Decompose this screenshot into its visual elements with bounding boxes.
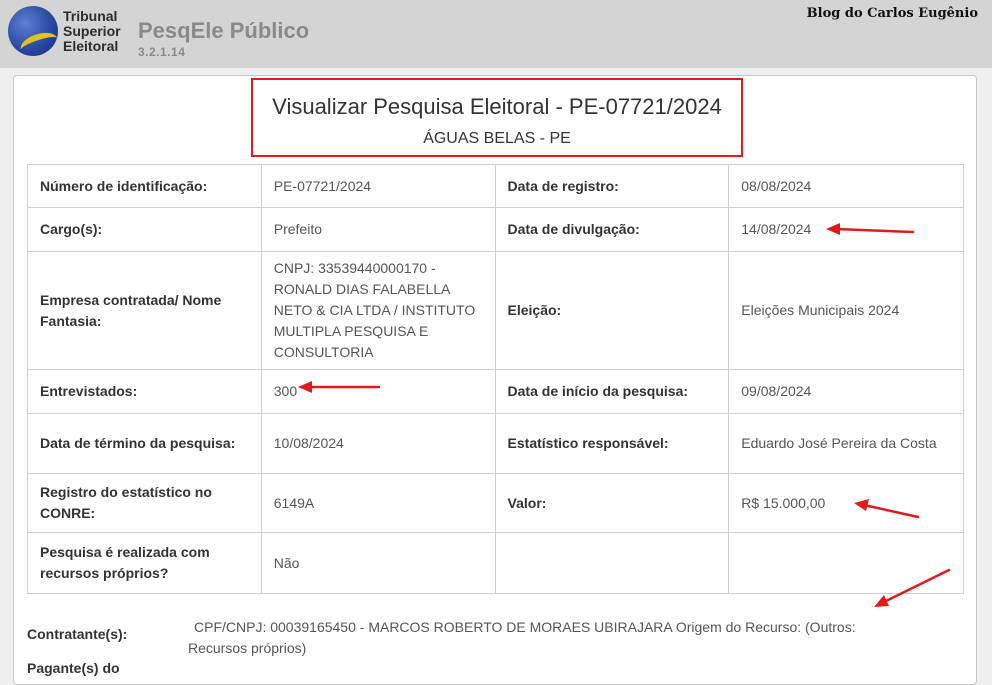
label-cell: Entrevistados: [27,369,262,414]
app-version: 3.2.1.14 [138,45,186,59]
label-cell: Empresa contratada/ Nome Fantasia: [27,251,262,370]
value-cell: 10/08/2024 [260,413,496,474]
contratante-label: Contratante(s): [27,626,128,642]
table-row: Entrevistados: 300 Data de início da pes… [27,369,964,414]
label-cell: Eleição: [494,251,730,370]
app-header: Tribunal Superior Eleitoral PesqEle Públ… [0,0,992,68]
label-cell: Data de término da pesquisa: [27,413,262,474]
label-cell: Estatístico responsável: [494,413,730,474]
value-cell: 6149A [260,473,496,533]
value-cell: Eleições Municipais 2024 [728,251,964,370]
org-line-2: Superior [63,23,121,39]
label-cell: Data de registro: [494,164,730,208]
value-cell: R$ 15.000,00 [728,473,964,533]
tse-logo-icon [8,6,61,60]
label-cell: Cargo(s): [27,207,262,252]
table-row: Pesquisa é realizada com recursos própri… [27,532,964,594]
table-row: Cargo(s): Prefeito Data de divulgação: 1… [27,207,964,252]
value-cell: 08/08/2024 [728,164,964,208]
table-row: Número de identificação: PE-07721/2024 D… [27,164,964,208]
contratante-value: CPF/CNPJ: 00039165450 - MARCOS ROBERTO D… [188,619,856,656]
value-cell: 300 [260,369,496,414]
table-row: Empresa contratada/ Nome Fantasia: CNPJ:… [27,251,964,370]
value-cell [728,532,964,594]
page-title-box: Visualizar Pesquisa Eleitoral - PE-07721… [251,78,743,157]
value-cell: Prefeito [260,207,496,252]
label-cell: Pesquisa é realizada com recursos própri… [27,532,262,594]
page-title: Visualizar Pesquisa Eleitoral - PE-07721… [272,94,722,119]
label-cell [494,532,730,594]
table-row: Data de término da pesquisa: 10/08/2024 … [27,413,964,474]
app-title: PesqEle Público [138,18,310,43]
value-cell: 09/08/2024 [728,369,964,414]
survey-details-table: Número de identificação: PE-07721/2024 D… [27,164,964,594]
value-cell: 14/08/2024 [728,207,964,252]
value-cell: PE-07721/2024 [260,164,496,208]
pagantes-label: Pagante(s) do [27,660,120,676]
value-cell: Não [260,532,496,594]
table-row: Registro do estatístico no CONRE: 6149A … [27,473,964,533]
label-cell: Data de início da pesquisa: [494,369,730,414]
tse-wordmark: Tribunal Superior Eleitoral [63,9,121,54]
value-cell: CNPJ: 33539440000170 - RONALD DIAS FALAB… [260,251,496,370]
label-cell: Data de divulgação: [494,207,730,252]
page-subtitle-location: ÁGUAS BELAS - PE [423,130,571,147]
label-cell: Valor: [494,473,730,533]
org-line-1: Tribunal [63,8,118,24]
label-cell: Registro do estatístico no CONRE: [27,473,262,533]
org-line-3: Eleitoral [63,38,119,54]
blog-watermark: Blog do Carlos Eugênio [806,6,978,21]
value-cell: Eduardo José Pereira da Costa [728,413,964,474]
label-cell: Número de identificação: [27,164,262,208]
